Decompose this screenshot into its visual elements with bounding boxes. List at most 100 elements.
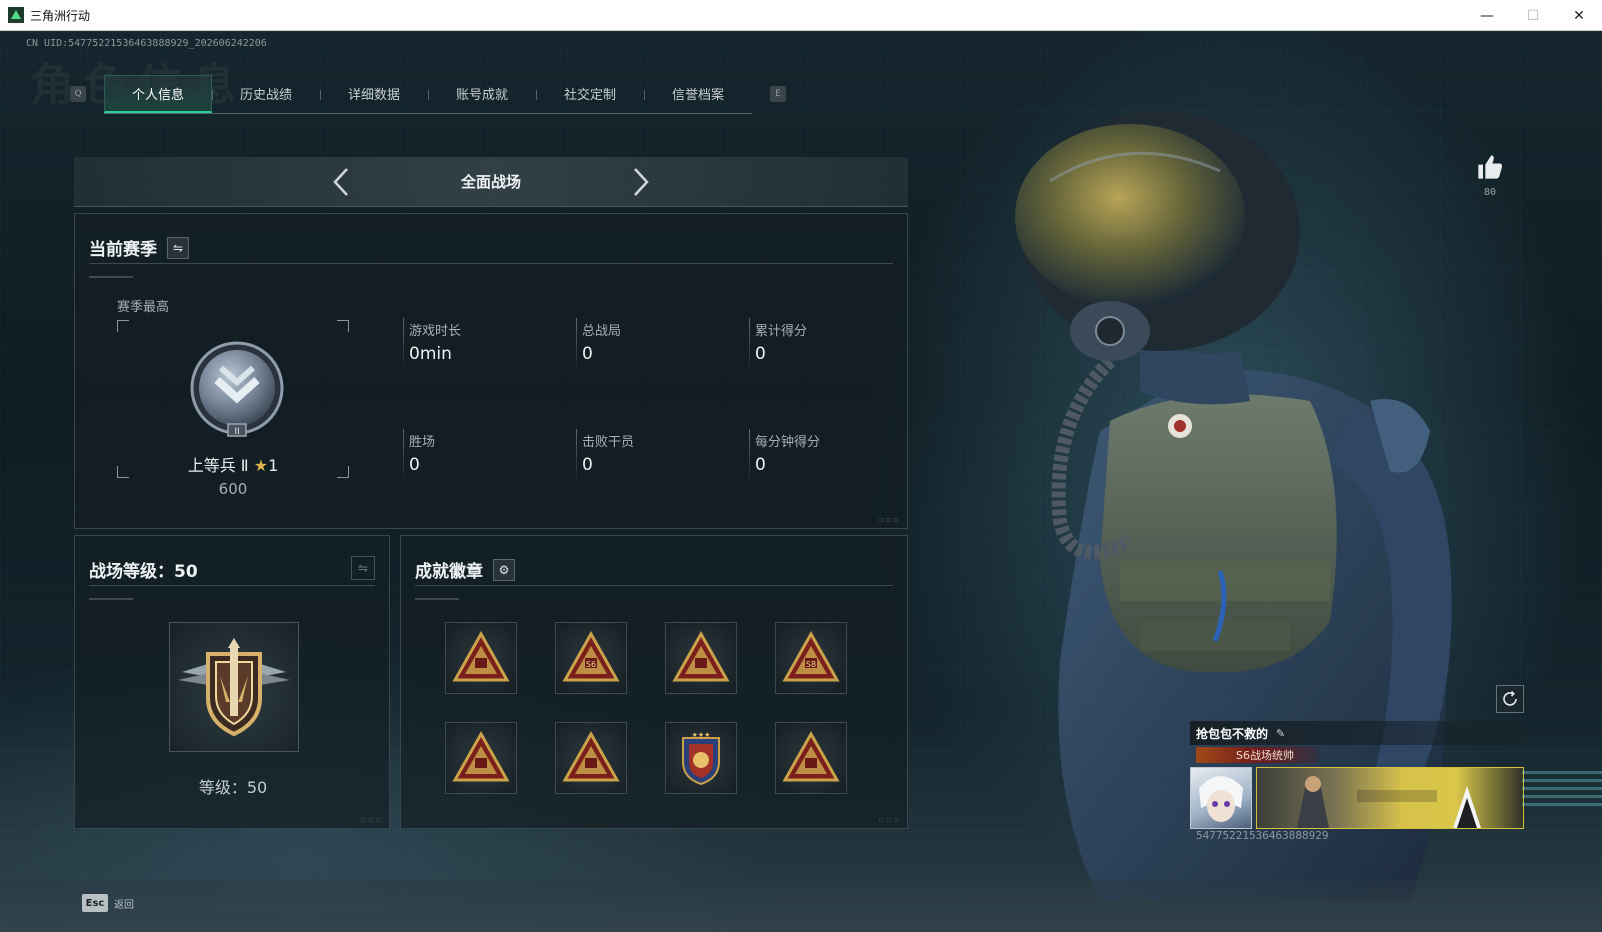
uid-label: CN UID:547752215364638889​29_20260624220… bbox=[26, 38, 267, 49]
badge-label: S8 bbox=[806, 660, 816, 669]
tab-personal-info[interactable]: 个人信息 bbox=[104, 74, 212, 113]
mode-prev-button[interactable] bbox=[321, 162, 361, 202]
player-title-badge: S6战场统帅 bbox=[1196, 747, 1318, 763]
name-card-images bbox=[1190, 767, 1524, 829]
stat-label: 总战局 bbox=[582, 324, 622, 339]
esc-key-hint: Esc bbox=[82, 894, 108, 912]
season-swap-button[interactable]: ⇋ bbox=[167, 236, 189, 259]
level-panel-header: 战场等级：50 bbox=[89, 554, 375, 586]
app-logo-icon bbox=[8, 7, 24, 23]
battlefield-level-panel: 战场等级：50 ⇋ 等级：50 ▫▫▫ bbox=[74, 535, 390, 829]
level-value: 等级：50 bbox=[198, 778, 268, 797]
player-name-card[interactable]: 抢包包不救的 ✎ S6战场统帅 bbox=[1190, 721, 1524, 842]
level-emblem-icon bbox=[178, 638, 290, 737]
corner-deco: ▫▫▫ bbox=[878, 815, 901, 824]
refresh-icon bbox=[1503, 690, 1517, 706]
achievement-badge[interactable] bbox=[555, 722, 627, 794]
badge-icon bbox=[452, 630, 510, 682]
stat-wins: 胜场 0 bbox=[403, 429, 573, 489]
tab-account-achievements[interactable]: 账号成就 bbox=[428, 75, 536, 113]
stat-label: 每分钟得分 bbox=[755, 435, 821, 450]
mode-selector: 全面战场 bbox=[74, 157, 908, 207]
level-badge bbox=[169, 622, 299, 752]
corner-deco: ▫▫▫ bbox=[360, 815, 383, 824]
achievement-badge[interactable]: S8 bbox=[775, 622, 847, 694]
badge-icon bbox=[452, 730, 510, 782]
banner-illustration-icon bbox=[1297, 776, 1481, 828]
stat-value: 0 bbox=[755, 455, 766, 475]
close-button[interactable]: ✕ bbox=[1556, 0, 1602, 31]
badge-s8-icon: S8 bbox=[782, 630, 840, 682]
window-title: 三角洲行动 bbox=[30, 8, 91, 23]
badge-icon bbox=[672, 630, 730, 682]
like-counter[interactable]: 80 bbox=[1468, 153, 1512, 198]
achievement-badge[interactable] bbox=[665, 622, 737, 694]
refresh-button[interactable] bbox=[1496, 685, 1524, 713]
achievement-badge[interactable] bbox=[445, 622, 517, 694]
tab-match-history[interactable]: 历史战绩 bbox=[212, 75, 320, 113]
stat-label: 累计得分 bbox=[755, 324, 808, 339]
thumbs-up-icon bbox=[1478, 155, 1503, 179]
player-name: 抢包包不救的 bbox=[1196, 726, 1269, 741]
avatar-illustration-icon bbox=[1199, 776, 1243, 822]
rank-emblem-icon: II bbox=[190, 341, 284, 437]
game-viewport: 角色信息 CN UID:547752215364638889​29_202606… bbox=[0, 31, 1602, 932]
stat-value: 0 bbox=[582, 344, 593, 364]
achievement-badges-panel: 成就徽章 ⚙ S6 S8 ★★★ ▫▫▫ bbox=[400, 535, 908, 829]
prev-tab-key-hint[interactable]: Q bbox=[70, 86, 86, 102]
stat-value: 0 bbox=[755, 344, 766, 364]
maximize-button[interactable]: ☐ bbox=[1510, 0, 1556, 31]
rank-score: 600 bbox=[218, 480, 248, 498]
season-panel-title: 当前赛季 bbox=[89, 240, 157, 260]
badge-s6-icon: S6 bbox=[562, 630, 620, 682]
frame-corner bbox=[117, 320, 129, 332]
stat-value: 0min bbox=[409, 344, 452, 364]
name-card-header: 抢包包不救的 ✎ bbox=[1190, 721, 1524, 745]
stat-label: 游戏时长 bbox=[409, 324, 462, 339]
bottom-bar: Esc 返回 bbox=[0, 880, 1602, 932]
back-button[interactable]: Esc 返回 bbox=[82, 894, 134, 912]
tab-social-customization[interactable]: 社交定制 bbox=[536, 75, 644, 113]
stat-value: 0 bbox=[582, 455, 593, 475]
frame-corner bbox=[337, 320, 349, 332]
stat-play-time: 游戏时长 0min bbox=[403, 318, 573, 378]
panel-divider-deco bbox=[89, 276, 133, 278]
svg-text:II: II bbox=[234, 427, 239, 437]
edit-icon[interactable]: ✎ bbox=[1276, 727, 1285, 740]
badge-icon bbox=[782, 730, 840, 782]
badge-icon bbox=[562, 730, 620, 782]
tabs: 个人信息 历史战绩 详细数据 账号成就 社交定制 信誉档案 bbox=[104, 74, 752, 114]
like-count: 80 bbox=[1483, 187, 1497, 198]
stat-kills: 击败干员 0 bbox=[576, 429, 746, 489]
rank-name: 上等兵 Ⅱ ★1 bbox=[117, 452, 349, 476]
gear-icon[interactable]: ⚙ bbox=[493, 558, 515, 581]
stat-total-matches: 总战局 0 bbox=[576, 318, 746, 378]
current-season-panel: 当前赛季 ⇋ 赛季最高 II 上等兵 Ⅱ ★1 600 游戏时长 0min 总战… bbox=[74, 213, 908, 529]
panel-divider-deco bbox=[415, 598, 459, 600]
achievement-badge[interactable]: S6 bbox=[555, 622, 627, 694]
stat-label: 胜场 bbox=[409, 435, 436, 450]
tab-credit-record[interactable]: 信誉档案 bbox=[644, 75, 752, 113]
back-label: 返回 bbox=[114, 899, 134, 911]
achievement-badge[interactable] bbox=[445, 722, 517, 794]
rank-frame: II 上等兵 Ⅱ ★1 600 bbox=[117, 320, 349, 498]
avatar[interactable] bbox=[1190, 767, 1252, 829]
mode-next-button[interactable] bbox=[621, 162, 661, 202]
tab-detailed-data[interactable]: 详细数据 bbox=[320, 75, 428, 113]
name-card-banner bbox=[1256, 767, 1524, 829]
rank-stars: 1 bbox=[268, 456, 279, 475]
season-panel-header: 当前赛季 ⇋ bbox=[89, 232, 893, 264]
stat-score-per-minute: 每分钟得分 0 bbox=[749, 429, 919, 489]
next-tab-key-hint[interactable]: E bbox=[770, 86, 786, 102]
tab-bar: Q 个人信息 历史战绩 详细数据 账号成就 社交定制 信誉档案 E bbox=[70, 73, 786, 115]
achievement-badge[interactable]: ★★★ bbox=[665, 722, 737, 794]
stat-label: 击败干员 bbox=[582, 435, 635, 450]
chevron-left-icon bbox=[333, 167, 348, 196]
achievement-badge[interactable] bbox=[775, 722, 847, 794]
season-best-label: 赛季最高 bbox=[117, 300, 170, 315]
stat-value: 0 bbox=[409, 455, 420, 475]
level-swap-button[interactable]: ⇋ bbox=[351, 556, 375, 580]
rank-title: 上等兵 Ⅱ bbox=[187, 456, 249, 475]
badge-shield-icon: ★★★ bbox=[682, 731, 720, 786]
minimize-button[interactable]: — bbox=[1464, 0, 1510, 31]
